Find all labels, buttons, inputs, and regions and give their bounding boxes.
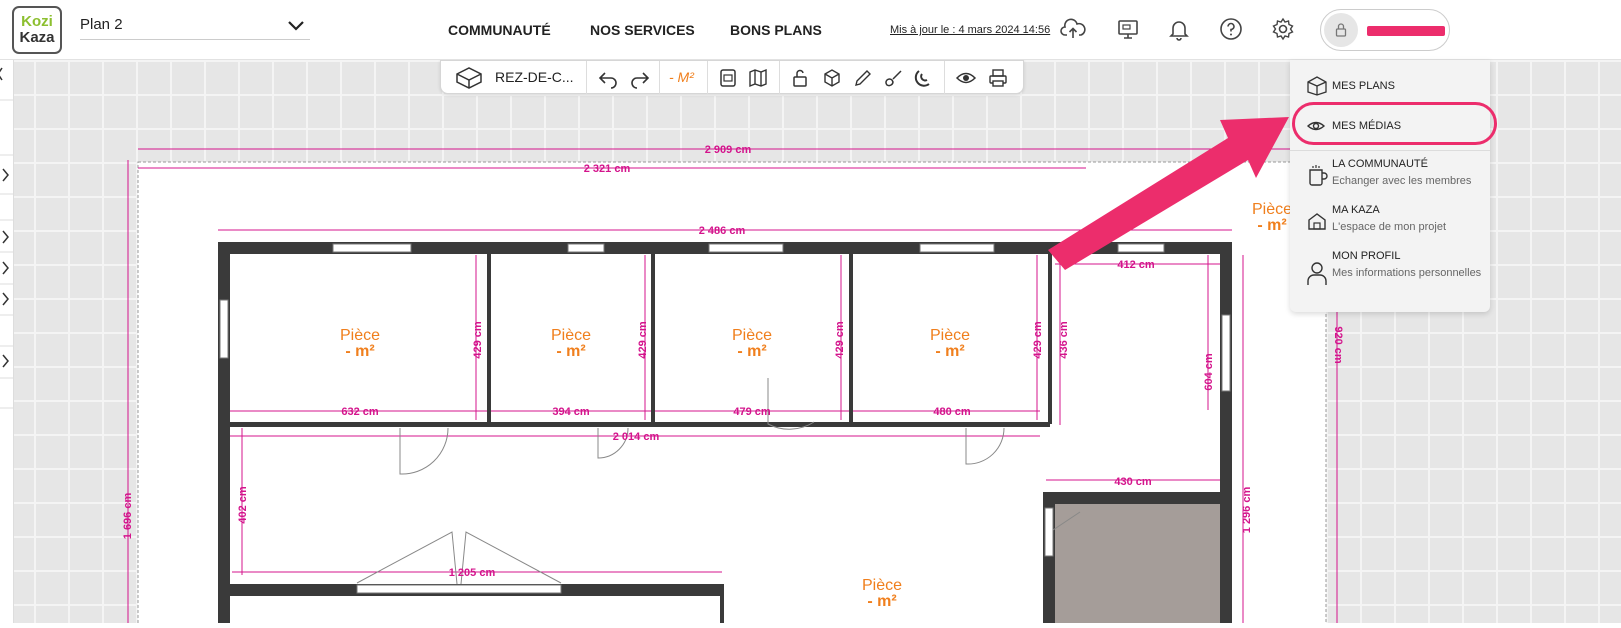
redo-icon[interactable] [629, 67, 651, 89]
print-icon[interactable] [987, 67, 1009, 89]
dim-room4-height: 429 cm [1032, 321, 1044, 359]
cloud-upload-icon[interactable] [1060, 16, 1086, 42]
dim-lower-width: 1 205 cm [449, 567, 496, 579]
dim-room5-width: 412 cm [1117, 259, 1155, 271]
toolbar-divider [944, 61, 945, 94]
logo-text-kaza: Kaza [19, 29, 55, 46]
plan-toolbar: REZ-DE-C... - M² [440, 60, 1024, 94]
map-icon[interactable] [747, 67, 769, 89]
toolbar-divider [707, 61, 708, 94]
room-label-6: Pièce [862, 577, 902, 594]
menu-item-subtitle: L'espace de mon projet [1332, 221, 1447, 233]
user-account-button[interactable] [1320, 9, 1450, 51]
dim-room3-width: 479 cm [733, 406, 771, 418]
toolbar-divider [779, 61, 780, 94]
logo-text-kozi: Kozi [21, 13, 53, 30]
home-icon [1308, 213, 1326, 230]
room-area-2: - m² [556, 343, 585, 360]
room-label-2: Pièce [551, 327, 591, 344]
floorplan-image-icon[interactable] [717, 67, 739, 89]
level-box-icon[interactable] [455, 66, 483, 90]
undo-icon[interactable] [597, 67, 619, 89]
eye-icon[interactable] [955, 67, 977, 89]
highlight-ring [1292, 102, 1497, 145]
room-label-4: Pièce [930, 327, 970, 344]
chevron-down-icon [288, 21, 304, 31]
menu-item-label: MES PLANS [1332, 80, 1395, 92]
dim-room3-height: 429 cm [834, 321, 846, 359]
room-label-3: Pièce [732, 327, 772, 344]
room-area-6: - m² [867, 593, 896, 610]
presentation-icon[interactable] [1115, 16, 1141, 42]
dim-total-height: 1 696 cm [122, 493, 134, 540]
user-icon [1307, 262, 1327, 285]
lock-icon [1335, 23, 1347, 37]
toolbar-divider [659, 61, 660, 94]
room-label-1: Pièce [340, 327, 380, 344]
kozikaza-logo[interactable]: Kozi Kaza [12, 6, 62, 54]
bell-icon[interactable] [1166, 16, 1192, 42]
dim-corridor-height: 402 cm [237, 486, 249, 524]
mug-icon [1309, 165, 1328, 186]
toolbar-divider [586, 61, 587, 94]
dim-room2-height: 429 cm [637, 321, 649, 359]
3d-cube-icon[interactable] [821, 67, 843, 89]
menu-item-ma-kaza[interactable]: MA KAZA L'espace de mon projet [1290, 202, 1490, 244]
menu-divider [1290, 150, 1490, 151]
dim-right-height: 920 cm [1332, 326, 1344, 364]
dim-room5-height: 436 cm [1058, 321, 1070, 359]
pencil-icon[interactable] [852, 67, 874, 89]
help-icon[interactable] [1218, 16, 1244, 42]
room-area-5: - m² [1257, 217, 1286, 234]
dim-right-height2: 1 296 cm [1241, 487, 1253, 534]
brush-icon[interactable] [883, 67, 905, 89]
room-label-5: Pièce [1252, 201, 1292, 218]
dim-annex-width: 430 cm [1114, 476, 1152, 488]
nav-bons-plans[interactable]: BONS PLANS [730, 22, 822, 38]
plan-name: Plan 2 [80, 16, 123, 33]
nav-nos-services[interactable]: NOS SERVICES [590, 22, 695, 38]
left-side-panel [0, 60, 14, 623]
dim-room4-width: 480 cm [933, 406, 971, 418]
room-area-4: - m² [935, 343, 964, 360]
menu-item-label: MA KAZA [1332, 204, 1380, 216]
unlock-icon[interactable] [789, 67, 811, 89]
menu-item-mes-plans[interactable]: MES PLANS [1290, 68, 1490, 98]
dim-total-width: 2 909 cm [705, 144, 752, 156]
room-area-3: - m² [737, 343, 766, 360]
redacted-username [1367, 26, 1445, 36]
dim-inner-width: 2 321 cm [584, 163, 631, 175]
avatar [1324, 13, 1358, 47]
menu-item-mon-profil[interactable]: MON PROFIL Mes informations personnelles [1290, 248, 1490, 308]
gear-icon[interactable] [1270, 16, 1296, 42]
nav-communaute[interactable]: COMMUNAUTÉ [448, 22, 551, 38]
house-3d-icon [1307, 76, 1327, 96]
dim-room1-width: 632 cm [341, 406, 379, 418]
dim-right-side-height: 604 cm [1203, 353, 1215, 391]
magnet-icon[interactable] [913, 67, 935, 89]
room-area-1: - m² [345, 343, 374, 360]
collapsed-panel-chevrons[interactable] [0, 60, 14, 623]
dim-wall-width: 2 486 cm [699, 225, 746, 237]
menu-item-subtitle: Mes informations personnelles [1332, 267, 1482, 279]
menu-item-label: LA COMMUNAUTÉ [1332, 158, 1428, 170]
menu-item-subtitle: Echanger avec les membres [1332, 175, 1472, 187]
menu-item-label: MON PROFIL [1332, 250, 1401, 262]
dim-corridor-width: 2 014 cm [613, 431, 660, 443]
menu-item-la-communaute[interactable]: LA COMMUNAUTÉ Echanger avec les membres [1290, 156, 1490, 198]
last-updated-link[interactable]: Mis à jour le : 4 mars 2024 14:56 [890, 24, 1050, 36]
dim-room2-width: 394 cm [552, 406, 590, 418]
area-toggle[interactable]: - M² [669, 69, 694, 85]
annex-room-fill [1055, 504, 1220, 623]
user-dropdown-menu: MES PLANS MES MÉDIAS LA COMMUNAUTÉ Echan… [1290, 60, 1490, 312]
dim-room1-height: 429 cm [472, 321, 484, 359]
plan-selector[interactable]: Plan 2 [80, 16, 310, 40]
top-header: Kozi Kaza Plan 2 COMMUNAUTÉ NOS SERVICES… [0, 0, 1621, 60]
level-selector[interactable]: REZ-DE-C... [495, 69, 574, 85]
